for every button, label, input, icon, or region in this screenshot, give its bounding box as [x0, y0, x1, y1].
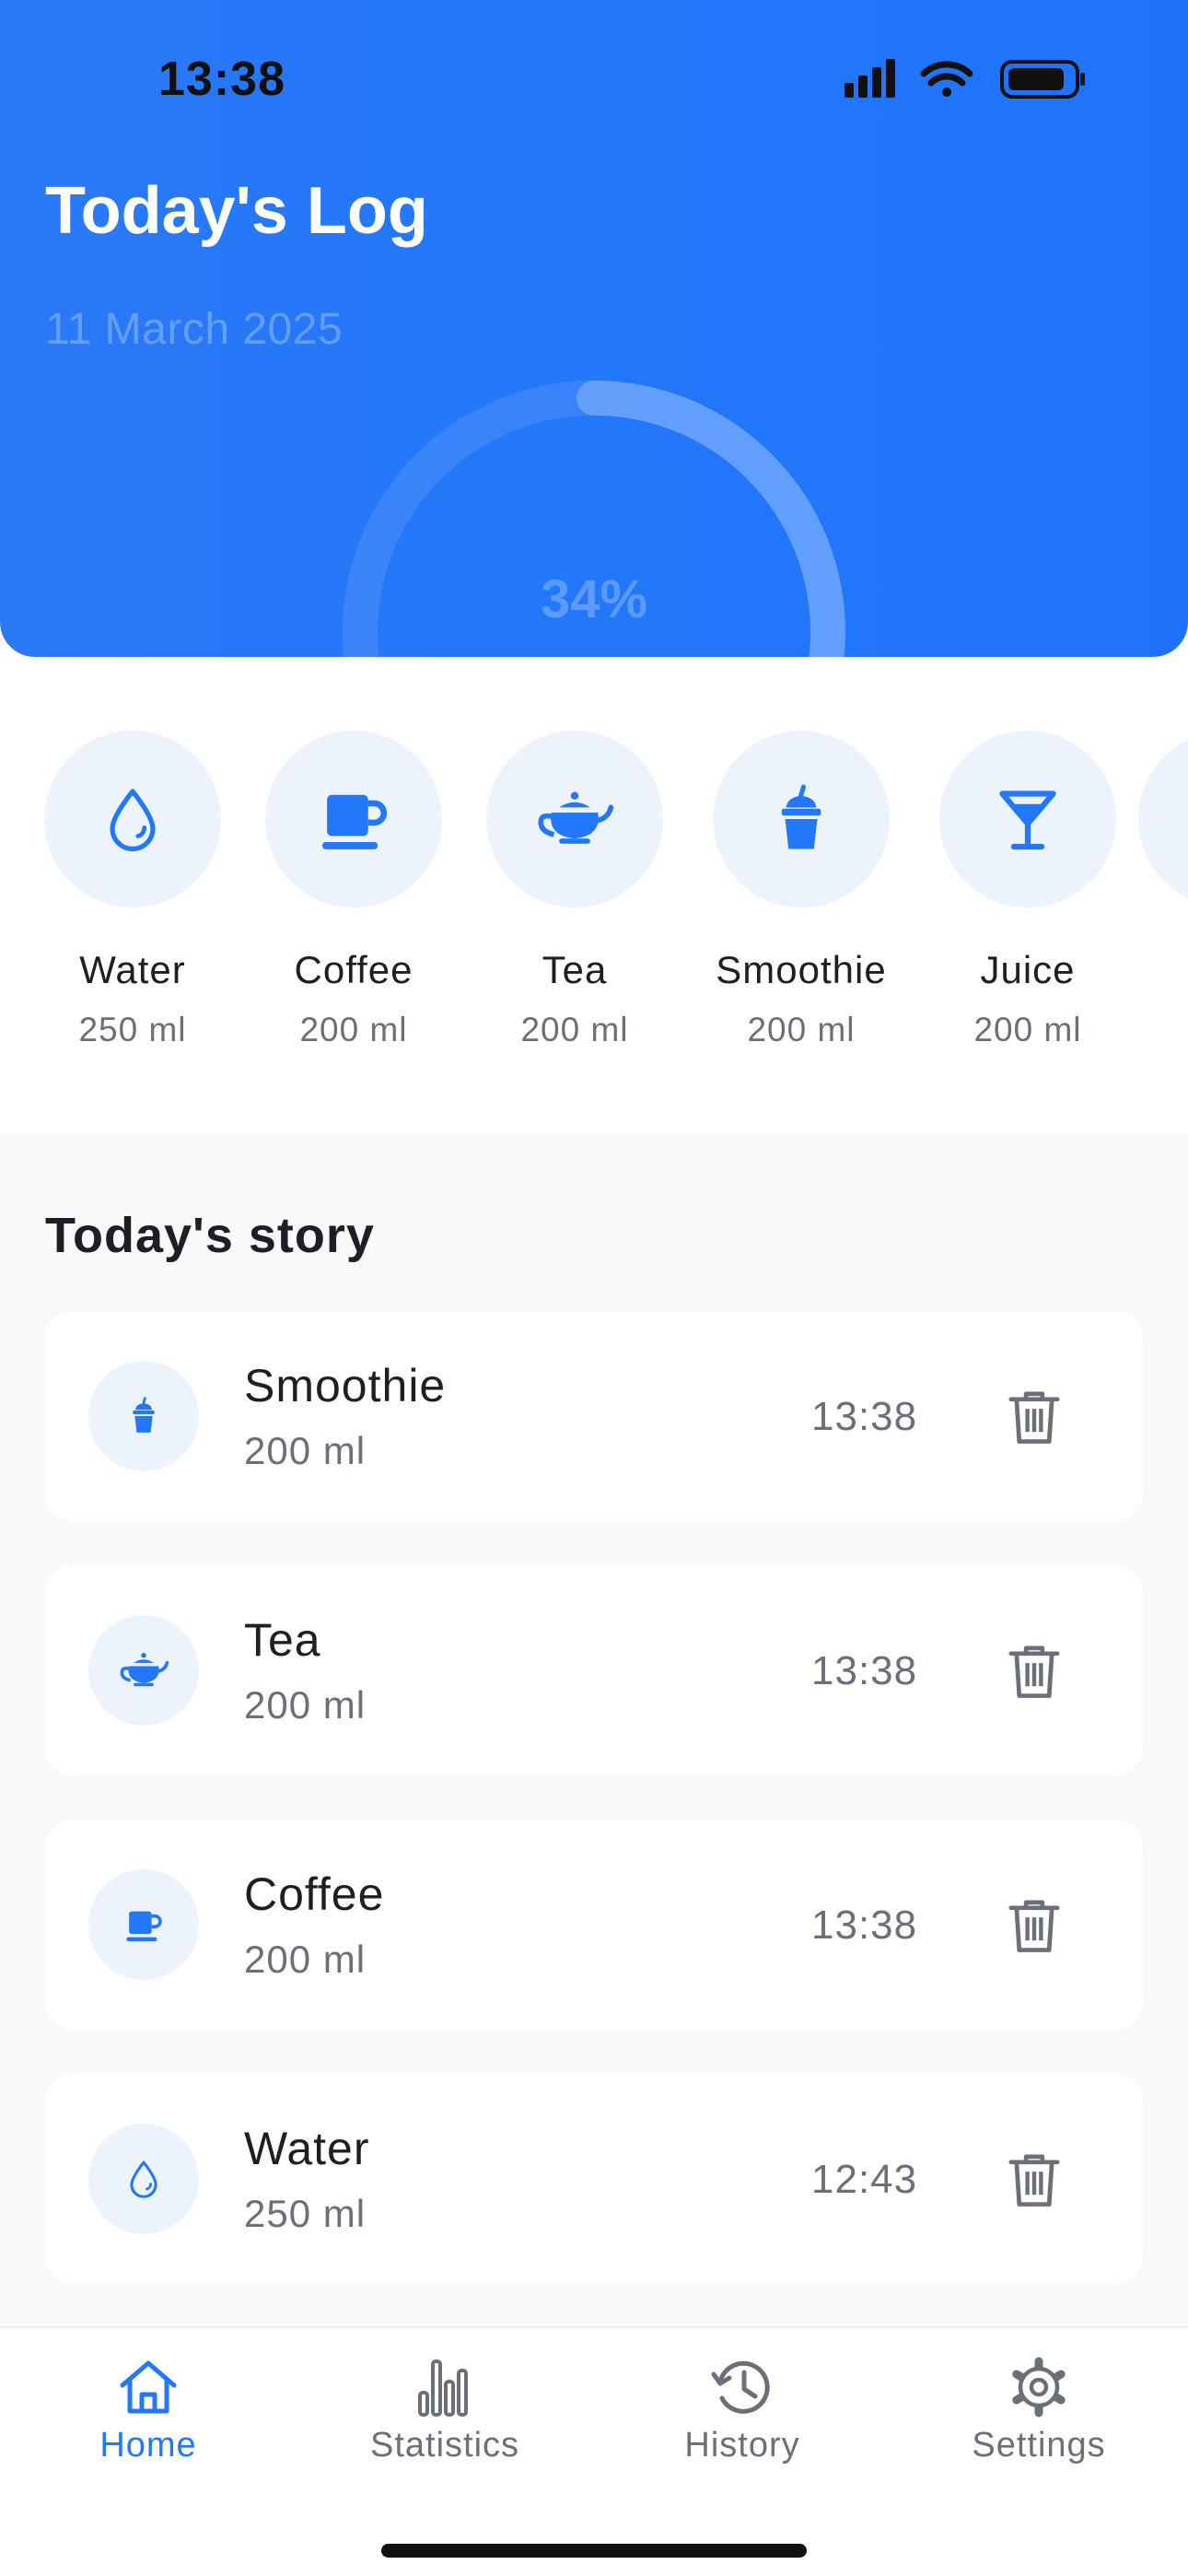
smoothie-cup-icon [764, 782, 838, 856]
history-clock-icon [711, 2360, 770, 2414]
drink-name: Coffee [294, 948, 413, 991]
status-icons [844, 59, 1085, 99]
drink-icon-circle [939, 731, 1116, 907]
coffee-cup-icon [315, 780, 392, 858]
drink-icon-circle [713, 731, 890, 907]
entry-time: 13:38 [811, 1394, 918, 1439]
entry-icon-circle [88, 1615, 199, 1726]
teapot-icon [533, 778, 616, 861]
progress-percent: 34% [540, 569, 648, 629]
drink-volume: 200 ml [520, 1011, 629, 1048]
app-screen: 13:38 Today's Log 11 March 2025 34% Wate… [0, 0, 1188, 2576]
drink-smoothie[interactable]: Smoothie 200 ml [691, 731, 912, 1049]
entry-volume: 250 ml [244, 2192, 367, 2235]
drink-more[interactable] [1138, 731, 1188, 907]
home-indicator [381, 2544, 807, 2558]
tab-bar: Home Statistics History Settings [0, 2326, 1188, 2576]
home-icon [120, 2360, 177, 2414]
drink-juice[interactable]: Juice 200 ml [917, 731, 1138, 1049]
story-entry: Tea 200 ml 13:38 [45, 1565, 1143, 1775]
entry-icon-circle [88, 2124, 199, 2234]
drink-name: Smoothie [716, 948, 887, 991]
entry-volume: 200 ml [244, 1429, 367, 1472]
entry-name: Tea [244, 1614, 321, 1666]
cocktail-glass-icon [991, 782, 1065, 856]
battery-icon [1000, 60, 1085, 99]
tab-settings[interactable]: Settings [901, 2354, 1177, 2465]
tab-history[interactable]: History [604, 2354, 880, 2465]
wifi-icon [920, 61, 973, 97]
page-title: Today's Log [45, 174, 428, 248]
section-title: Today's story [45, 1208, 375, 1263]
drink-name: Tea [542, 948, 608, 991]
entry-name: Coffee [244, 1868, 385, 1920]
trash-icon[interactable] [1007, 1388, 1062, 1446]
entry-name: Smoothie [244, 1360, 447, 1411]
drink-icon-circle [265, 731, 442, 907]
entry-volume: 200 ml [244, 1938, 367, 1981]
drink-volume: 200 ml [747, 1011, 856, 1048]
drink-volume: 250 ml [78, 1011, 187, 1048]
coffee-cup-icon [122, 1903, 165, 1946]
page-date: 11 March 2025 [45, 305, 344, 354]
drink-icon-circle [486, 731, 663, 907]
trash-icon[interactable] [1007, 1897, 1062, 1954]
entry-icon-circle [88, 1869, 199, 1980]
story-entry: Smoothie 200 ml 13:38 [45, 1311, 1143, 1521]
story-entry: Coffee 200 ml 13:38 [45, 1820, 1143, 2030]
tab-label: Settings [972, 2426, 1106, 2465]
entry-time: 12:43 [811, 2157, 918, 2202]
drink-volume: 200 ml [299, 1011, 408, 1048]
water-drop-icon [123, 2159, 164, 2199]
bar-chart-icon [418, 2359, 468, 2417]
gear-icon [1012, 2357, 1066, 2418]
tab-label: History [684, 2426, 800, 2465]
entry-time: 13:38 [811, 1903, 918, 1948]
smoothie-cup-icon [123, 1396, 164, 1436]
story-entry: Water 250 ml 12:43 [45, 2074, 1143, 2284]
water-drop-icon [99, 785, 167, 853]
drink-coffee[interactable]: Coffee 200 ml [243, 731, 464, 1049]
tab-label: Home [99, 2426, 197, 2465]
entry-time: 13:38 [811, 1648, 918, 1693]
drink-icon-circle [44, 731, 221, 907]
status-time: 13:38 [158, 53, 285, 106]
tab-statistics[interactable]: Statistics [307, 2354, 583, 2465]
entry-name: Water [244, 2123, 370, 2174]
quick-add-drinks: Water 250 ml Coffee 200 ml Tea 200 ml Sm… [0, 657, 1188, 1133]
trash-icon[interactable] [1007, 1643, 1062, 1700]
entry-volume: 200 ml [244, 1683, 367, 1727]
cellular-signal-icon [844, 59, 895, 98]
tab-home[interactable]: Home [10, 2354, 286, 2465]
drink-name: Water [79, 948, 186, 991]
drink-name: Juice [980, 948, 1076, 991]
entry-icon-circle [88, 1361, 199, 1471]
drink-water[interactable]: Water 250 ml [22, 731, 243, 1049]
tab-label: Statistics [369, 2426, 520, 2465]
todays-story-section: Today's story Smoothie 200 ml 13:38 Tea … [0, 1133, 1188, 2326]
drink-volume: 200 ml [973, 1011, 1082, 1048]
trash-icon[interactable] [1007, 2151, 1062, 2208]
drink-tea[interactable]: Tea 200 ml [464, 731, 685, 1049]
teapot-icon [117, 1644, 170, 1697]
drink-icon-circle [1138, 731, 1188, 907]
